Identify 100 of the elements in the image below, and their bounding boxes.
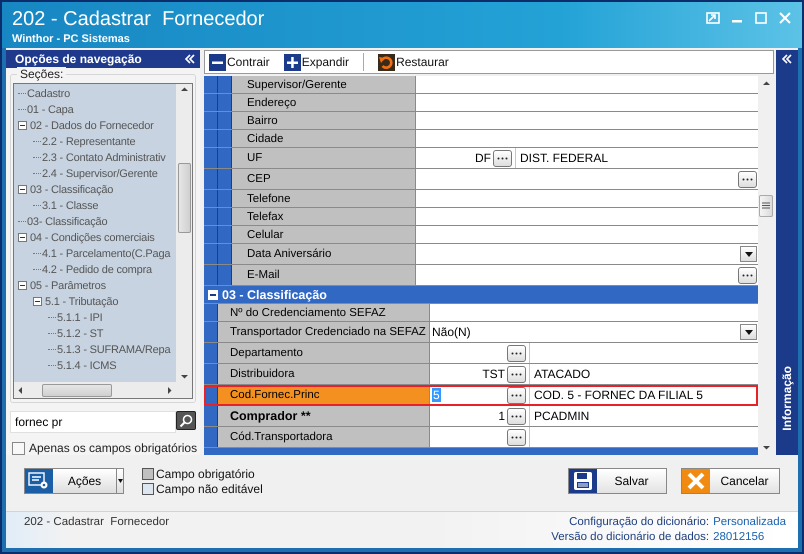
grid-row[interactable]: Departamento xyxy=(204,343,758,364)
toolbar-button[interactable]: Contrair xyxy=(209,54,270,70)
field-value[interactable] xyxy=(416,76,758,93)
actions-button[interactable]: Ações xyxy=(24,468,124,494)
collapse-icon[interactable] xyxy=(184,54,196,64)
tree-item[interactable]: 01 - Capa xyxy=(26,104,74,116)
grid-row[interactable]: Nº do Credenciamento SEFAZ xyxy=(204,304,758,322)
toolbar-button[interactable]: Restaurar xyxy=(378,54,449,70)
field-value[interactable] xyxy=(416,244,758,264)
cancel-button[interactable]: Cancelar xyxy=(681,468,780,494)
grid-row[interactable]: Comprador ** 1 PCADMIN xyxy=(204,406,758,427)
tree-item[interactable]: 02 - Dados do Fornecedor xyxy=(29,120,154,132)
window-subtitle: Winthor - PC Sistemas xyxy=(12,32,131,46)
ellipsis-button[interactable] xyxy=(738,266,757,284)
tree-item[interactable]: 5.1.1 - IPI xyxy=(56,312,102,324)
collapse-toggle-icon[interactable] xyxy=(18,185,27,194)
scrollbar[interactable] xyxy=(758,76,774,455)
field-value[interactable]: 1 PCADMIN xyxy=(430,406,758,426)
collapse-toggle-icon[interactable] xyxy=(18,121,27,130)
scrollbar-thumb[interactable] xyxy=(759,194,773,216)
tree-item[interactable]: 2.2 - Representante xyxy=(41,136,136,148)
field-value[interactable] xyxy=(416,208,758,225)
down-arrow-icon[interactable] xyxy=(762,444,770,451)
grid-row[interactable]: CEP xyxy=(204,169,758,190)
panel-title: Opções de navegação xyxy=(15,52,142,66)
field-value[interactable]: DF DIST. FEDERAL xyxy=(416,148,758,168)
scrollbar[interactable] xyxy=(14,382,176,398)
up-arrow-icon[interactable] xyxy=(180,86,188,93)
up-arrow-icon[interactable] xyxy=(762,80,770,87)
field-value[interactable]: Não(N) xyxy=(430,322,758,342)
field-value[interactable]: 5 COD. 5 - FORNEC DA FILIAL 5 xyxy=(430,385,758,405)
grid-row[interactable]: Cód.Transportadora xyxy=(204,427,758,448)
collapse-toggle-icon[interactable] xyxy=(18,233,27,242)
grid-row[interactable]: Endereço xyxy=(204,94,758,112)
tree-item[interactable]: 5.1.4 - ICMS xyxy=(56,360,116,372)
legend-label: Campo obrigatório xyxy=(156,466,255,480)
tree-item[interactable]: 2.3 - Contato Administrativ xyxy=(41,152,166,164)
tree-item[interactable]: 4.1 - Parcelamento(C.Paga xyxy=(41,248,170,260)
search-button[interactable] xyxy=(176,411,196,430)
grid-row[interactable]: Cod.Fornec.Princ 5 COD. 5 - FORNEC DA FILIAL 5 xyxy=(204,385,758,406)
down-arrow-icon[interactable] xyxy=(180,373,188,380)
grid-row[interactable]: Telefone xyxy=(204,190,758,208)
collapse-icon[interactable] xyxy=(781,54,793,64)
field-value[interactable] xyxy=(416,94,758,111)
code-text: DF xyxy=(474,151,492,165)
grid-row[interactable]: UF DF DIST. FEDERAL xyxy=(204,148,758,169)
scrollbar[interactable] xyxy=(176,84,192,382)
tree-item[interactable]: 5.1 - Tributação xyxy=(44,296,118,308)
field-value[interactable] xyxy=(416,190,758,207)
grid-row[interactable]: Cidade xyxy=(204,130,758,148)
field-value[interactable]: TST ATACADO xyxy=(430,364,758,384)
grid-row[interactable]: Telefax xyxy=(204,208,758,226)
ellipsis-button[interactable] xyxy=(493,150,512,166)
tree-item[interactable]: 05 - Parâmetros xyxy=(29,280,106,292)
field-label: E-Mail xyxy=(232,265,416,285)
search-field[interactable]: fornec pr xyxy=(10,411,176,433)
field-label: Telefone xyxy=(232,190,416,207)
field-value[interactable] xyxy=(430,343,758,363)
tree-item[interactable]: Cadastro xyxy=(26,88,70,100)
grip-icon xyxy=(762,202,770,209)
field-value[interactable] xyxy=(416,226,758,243)
grid-row[interactable]: E-Mail xyxy=(204,265,758,286)
field-value[interactable] xyxy=(416,112,758,129)
tree-item[interactable]: 4.2 - Pedido de compra xyxy=(41,264,152,276)
tree-item[interactable]: 04 - Condições comerciais xyxy=(29,232,155,244)
scrollbar-thumb[interactable] xyxy=(178,162,190,233)
tree-item[interactable]: 03 - Classificação xyxy=(29,184,114,196)
ellipsis-button[interactable] xyxy=(507,428,526,446)
ellipsis-button[interactable] xyxy=(507,408,526,424)
scrollbar-thumb[interactable] xyxy=(42,384,112,397)
tree-item[interactable]: 2.4 - Supervisor/Gerente xyxy=(41,168,158,180)
ellipsis-button[interactable] xyxy=(507,366,526,382)
dropdown-button[interactable] xyxy=(740,246,757,262)
tree-item[interactable]: 5.1.3 - SUFRAMA/Repa xyxy=(56,344,170,356)
ellipsis-button[interactable] xyxy=(507,344,526,362)
grid-row[interactable]: Bairro xyxy=(204,112,758,130)
collapse-toggle-icon[interactable] xyxy=(33,297,42,306)
checkbox[interactable] xyxy=(12,442,25,454)
field-value[interactable] xyxy=(430,427,758,447)
grid-row[interactable]: Distribuidora TST ATACADO xyxy=(204,364,758,385)
grid-row[interactable]: Data Aniversário xyxy=(204,244,758,265)
tree-item[interactable]: 5.1.2 - ST xyxy=(56,328,104,340)
left-arrow-icon[interactable] xyxy=(17,386,24,394)
field-value[interactable] xyxy=(416,169,758,189)
tree-item[interactable]: 3.1 - Classe xyxy=(41,200,98,212)
collapse-toggle-icon[interactable] xyxy=(18,281,27,290)
field-value[interactable] xyxy=(416,265,758,285)
dropdown-button[interactable] xyxy=(740,324,757,340)
grid-row[interactable]: Celular xyxy=(204,226,758,244)
ellipsis-button[interactable] xyxy=(738,170,757,188)
toolbar-button[interactable]: Expandir xyxy=(284,54,350,70)
save-button[interactable]: Salvar xyxy=(568,468,667,494)
grid-row[interactable]: Transportador Credenciado na SEFAZ Não(N) xyxy=(204,322,758,343)
tree-item[interactable]: 03- Classificação xyxy=(26,216,108,228)
field-value[interactable] xyxy=(416,130,758,147)
grid-row[interactable]: Supervisor/Gerente xyxy=(204,76,758,94)
collapse-toggle-icon[interactable] xyxy=(208,290,218,300)
ellipsis-button[interactable] xyxy=(507,386,526,404)
field-value[interactable] xyxy=(430,304,758,321)
right-arrow-icon[interactable] xyxy=(166,386,173,394)
